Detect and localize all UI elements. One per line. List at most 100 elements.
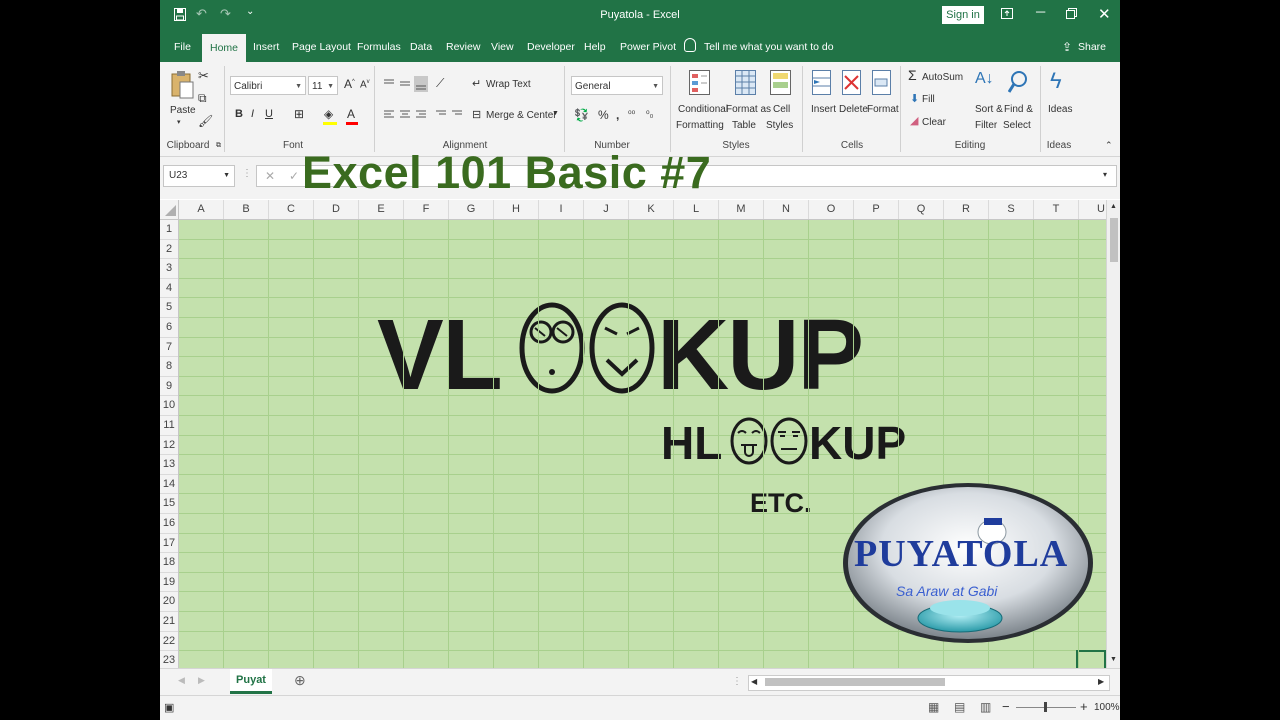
prev-sheet-icon[interactable]: ◀: [178, 675, 185, 686]
name-box[interactable]: U23 ▼: [163, 165, 235, 187]
active-cell-indicator[interactable]: [1076, 650, 1106, 668]
column-header[interactable]: T: [1034, 200, 1079, 219]
cell-styles-icon[interactable]: [770, 70, 792, 101]
format-painter-icon[interactable]: 🖌: [198, 114, 213, 128]
increase-decimal-icon[interactable]: ⁰⁰: [628, 109, 635, 120]
row-header[interactable]: 12: [160, 436, 178, 456]
row-header[interactable]: 10: [160, 396, 178, 416]
row-header[interactable]: 1: [160, 220, 178, 240]
scroll-left-icon[interactable]: ◀: [751, 677, 757, 686]
row-header[interactable]: 19: [160, 573, 178, 593]
normal-view-icon[interactable]: ▦: [928, 700, 939, 714]
cell-styles-label-2[interactable]: Styles: [766, 120, 793, 131]
row-header[interactable]: 14: [160, 475, 178, 495]
number-format-select[interactable]: General ▼: [571, 76, 663, 95]
row-header[interactable]: 21: [160, 612, 178, 632]
ribbon-display-options-icon[interactable]: [1001, 7, 1013, 22]
row-header[interactable]: 15: [160, 494, 178, 514]
column-header[interactable]: M: [719, 200, 764, 219]
tab-developer[interactable]: Developer: [527, 41, 575, 53]
paste-dropdown-icon[interactable]: ▾: [177, 118, 181, 126]
cell-styles-label[interactable]: Cell: [773, 104, 790, 115]
tab-review[interactable]: Review: [446, 41, 480, 53]
insert-cells-button[interactable]: Insert: [811, 104, 836, 115]
tab-insert[interactable]: Insert: [253, 41, 279, 53]
conditional-formatting-icon[interactable]: [689, 70, 711, 101]
row-header[interactable]: 7: [160, 338, 178, 358]
column-header[interactable]: I: [539, 200, 584, 219]
paste-label[interactable]: Paste: [170, 105, 196, 116]
find-select-label[interactable]: Find &: [1004, 104, 1033, 115]
delete-cells-icon[interactable]: [842, 70, 862, 101]
column-header[interactable]: D: [314, 200, 359, 219]
column-header[interactable]: C: [269, 200, 314, 219]
align-text-icons[interactable]: [384, 108, 464, 126]
comma-style-icon[interactable]: ,: [616, 108, 619, 122]
expand-formula-icon[interactable]: ▾: [1103, 170, 1107, 179]
font-name-select[interactable]: Calibri ▼: [230, 76, 306, 95]
column-header[interactable]: S: [989, 200, 1034, 219]
font-color-icon[interactable]: A: [347, 107, 355, 121]
split-grip-icon[interactable]: ⋮: [732, 676, 742, 687]
top-align-icon[interactable]: [384, 76, 440, 97]
minimize-icon[interactable]: ─: [1036, 4, 1045, 19]
horizontal-scrollbar[interactable]: ◀ ▶: [748, 675, 1110, 691]
tab-formulas[interactable]: Formulas: [357, 41, 401, 53]
paste-icon[interactable]: [170, 70, 194, 105]
macro-record-icon[interactable]: ▣: [164, 701, 174, 714]
tab-view[interactable]: View: [491, 41, 514, 53]
column-header[interactable]: Q: [899, 200, 944, 219]
merge-center-button[interactable]: Merge & Center: [486, 110, 557, 121]
format-as-table-label-2[interactable]: Table: [732, 120, 756, 131]
find-select-label-2[interactable]: Select: [1003, 120, 1031, 131]
row-header[interactable]: 2: [160, 240, 178, 260]
zoom-level[interactable]: 100%: [1094, 702, 1120, 713]
cut-icon[interactable]: ✂: [198, 68, 209, 84]
column-header[interactable]: F: [404, 200, 449, 219]
add-sheet-icon[interactable]: ⊕: [294, 672, 306, 689]
underline-button[interactable]: U: [265, 108, 273, 120]
share-button[interactable]: Share: [1078, 41, 1106, 53]
restore-icon[interactable]: [1066, 7, 1077, 22]
conditional-formatting-label-2[interactable]: Formatting: [676, 120, 724, 131]
enter-icon[interactable]: ✓: [289, 169, 299, 183]
row-header[interactable]: 8: [160, 357, 178, 377]
column-header[interactable]: P: [854, 200, 899, 219]
row-header[interactable]: 9: [160, 377, 178, 397]
column-header[interactable]: B: [224, 200, 269, 219]
zoom-slider-thumb[interactable]: [1044, 702, 1047, 712]
column-header[interactable]: G: [449, 200, 494, 219]
find-select-icon[interactable]: [1007, 70, 1028, 101]
decrease-decimal-icon[interactable]: ⁰₀: [646, 109, 653, 120]
vertical-scroll-thumb[interactable]: [1110, 218, 1118, 262]
next-sheet-icon[interactable]: ▶: [198, 675, 205, 686]
tell-me-search[interactable]: Tell me what you want to do: [704, 41, 834, 53]
format-as-table-icon[interactable]: [735, 70, 757, 101]
tab-data[interactable]: Data: [410, 41, 432, 53]
vertical-scrollbar[interactable]: ▲ ▼: [1106, 200, 1120, 668]
column-header[interactable]: K: [629, 200, 674, 219]
sheet-tab-puyat[interactable]: Puyat: [230, 669, 272, 694]
row-header[interactable]: 5: [160, 298, 178, 318]
font-size-select[interactable]: 11 ▼: [308, 76, 338, 95]
page-break-view-icon[interactable]: ▥: [980, 700, 991, 714]
column-header[interactable]: L: [674, 200, 719, 219]
row-header[interactable]: 4: [160, 279, 178, 299]
collapse-ribbon-icon[interactable]: ⌃: [1105, 140, 1113, 151]
column-header[interactable]: N: [764, 200, 809, 219]
tab-power-pivot[interactable]: Power Pivot: [620, 41, 676, 53]
page-layout-view-icon[interactable]: ▤: [954, 700, 965, 714]
cancel-icon[interactable]: ✕: [265, 169, 275, 183]
autosum-button[interactable]: AutoSum: [922, 72, 963, 83]
format-cells-button[interactable]: Format: [867, 104, 899, 115]
row-header[interactable]: 13: [160, 455, 178, 475]
tab-home[interactable]: Home: [202, 34, 247, 62]
scroll-up-icon[interactable]: ▲: [1110, 203, 1117, 210]
format-cells-icon[interactable]: [872, 70, 892, 101]
bold-button[interactable]: B: [235, 108, 243, 120]
conditional-formatting-label[interactable]: Conditional: [678, 104, 728, 115]
row-header[interactable]: 11: [160, 416, 178, 436]
decrease-font-icon[interactable]: Av: [360, 79, 370, 90]
scroll-right-icon[interactable]: ▶: [1098, 677, 1104, 686]
row-header[interactable]: 20: [160, 592, 178, 612]
